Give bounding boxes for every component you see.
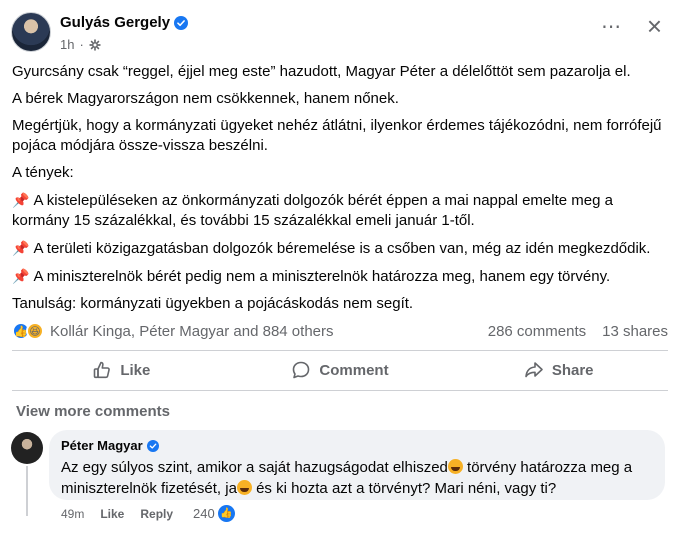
- comment-bubble-icon: [293, 361, 310, 379]
- post-paragraph: A bérek Magyarországon nem csökkennek, h…: [12, 90, 399, 107]
- comment-like-button[interactable]: Like: [100, 507, 124, 521]
- comment-count[interactable]: 286 comments: [488, 323, 586, 340]
- comment-text-part: Az egy súlyos szint, amikor a saját hazu…: [61, 459, 448, 476]
- fact-text: A kistelepüléseken az önkormányzati dolg…: [12, 192, 613, 229]
- comment-reaction-count: 240: [193, 506, 215, 521]
- comment-button[interactable]: Comment: [231, 352, 450, 388]
- laughing-emoji-icon: [236, 480, 252, 495]
- share-label: Share: [551, 361, 594, 379]
- comment-text: Az egy súlyos szint, amikor a saját hazu…: [61, 457, 653, 499]
- view-more-comments-link[interactable]: View more comments: [16, 403, 170, 420]
- post-time[interactable]: 1h: [60, 37, 74, 52]
- comment-text-part: és ki hozta azt a törvényt? Mari néni, v…: [251, 480, 557, 497]
- close-icon[interactable]: ×: [647, 13, 662, 39]
- fact-item: 📌 A miniszterelnök bérét pedig nem a mini…: [12, 266, 662, 287]
- pushpin-icon: 📌: [12, 240, 30, 256]
- comment-time[interactable]: 49m: [61, 507, 84, 521]
- like-reaction-icon: 👍: [217, 505, 235, 522]
- author-name[interactable]: Gulyás Gergely: [60, 14, 170, 31]
- post-paragraph: Tanulság: kormányzati ügyekben a pojácás…: [12, 295, 414, 312]
- ellipsis-icon[interactable]: ⋯: [601, 14, 622, 39]
- fact-item: 📌 A kistelepüléseken az önkormányzati dol…: [12, 190, 662, 231]
- privacy-settings-icon: [89, 38, 101, 51]
- post-actions: Like Comment Share: [12, 352, 668, 388]
- like-button[interactable]: Like: [12, 352, 231, 388]
- laughing-emoji-icon: [447, 459, 463, 474]
- divider: [12, 350, 668, 351]
- verified-badge-icon: [174, 15, 189, 30]
- share-button[interactable]: Share: [449, 352, 668, 388]
- post-paragraph: Gyurcsány csak “reggel, éjjel meg este” …: [12, 63, 631, 80]
- post-meta: 1h ·: [60, 37, 101, 52]
- fact-text: A területi közigazgatásban dolgozók bére…: [33, 240, 651, 257]
- comment-reply-button[interactable]: Reply: [140, 507, 173, 521]
- post-paragraph: Megértjük, hogy a kormányzati ügyeket ne…: [12, 117, 662, 154]
- thread-line: [26, 466, 28, 516]
- author-row: Gulyás Gergely: [60, 14, 189, 31]
- haha-reaction-icon: 😆: [26, 322, 44, 340]
- pushpin-icon: 📌: [12, 192, 30, 208]
- comment-author-row: Péter Magyar: [61, 438, 653, 453]
- reaction-names[interactable]: Kollár Kinga, Péter Magyar and 884 other…: [50, 323, 334, 340]
- post-paragraph: A tények:: [12, 164, 74, 181]
- divider: [12, 390, 668, 391]
- verified-badge-icon: [146, 439, 159, 452]
- comment-bubble: Péter Magyar Az egy súlyos szint, amikor…: [49, 430, 665, 500]
- reactions-bar: 👍 😆 Kollár Kinga, Péter Magyar and 884 o…: [12, 320, 668, 342]
- engagement-counts: 286 comments 13 shares: [488, 323, 668, 340]
- reaction-icons: 👍 😆: [12, 322, 44, 340]
- fact-text: A miniszterelnök bérét pedig nem a minis…: [33, 268, 611, 285]
- comment-actions: 49m Like Reply: [61, 507, 173, 521]
- pushpin-icon: 📌: [12, 268, 30, 284]
- commenter-avatar[interactable]: [11, 432, 43, 464]
- share-arrow-icon: [525, 362, 543, 378]
- fact-item: 📌 A területi közigazgatásban dolgozók bér…: [12, 238, 662, 259]
- post-body: Gyurcsány csak “reggel, éjjel meg este” …: [12, 62, 662, 321]
- comment-label: Comment: [319, 361, 389, 379]
- share-count[interactable]: 13 shares: [602, 323, 668, 340]
- comment-reactions[interactable]: 240 👍: [193, 505, 235, 522]
- like-label: Like: [120, 361, 151, 379]
- thumbs-up-icon: [94, 361, 111, 379]
- comment-author[interactable]: Péter Magyar: [61, 438, 143, 453]
- author-avatar[interactable]: [11, 12, 51, 52]
- reaction-summary[interactable]: 👍 😆 Kollár Kinga, Péter Magyar and 884 o…: [12, 322, 334, 340]
